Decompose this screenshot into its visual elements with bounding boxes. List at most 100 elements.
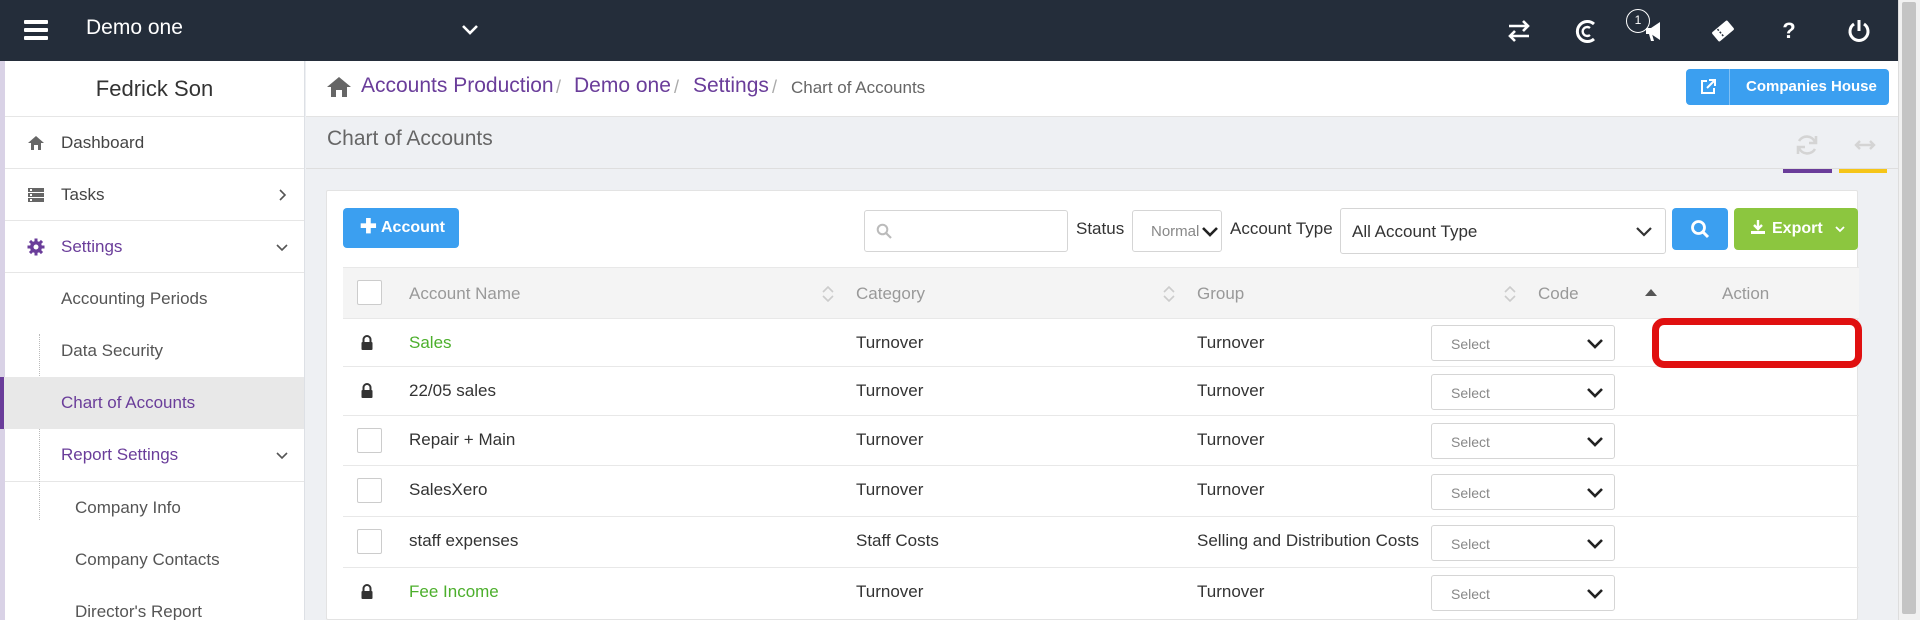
row-checkbox[interactable] (357, 529, 382, 554)
accounts-panel: ✚ Account Status Normal Account Type All… (326, 190, 1859, 620)
download-icon (1751, 220, 1765, 234)
category-cell: Turnover (856, 582, 924, 601)
chevron-down-icon (1587, 339, 1603, 349)
power-icon[interactable] (1844, 16, 1874, 46)
chevron-down-icon[interactable] (458, 18, 482, 42)
category-cell: Turnover (856, 333, 924, 352)
account-name-link[interactable]: Sales (409, 333, 452, 353)
breadcrumb-separator: / (772, 77, 778, 97)
row-action-select[interactable]: Select (1431, 575, 1615, 611)
sidebar-item-accounting-periods[interactable]: Accounting Periods (5, 273, 304, 325)
chevron-down-icon (1587, 538, 1603, 549)
row-action-select[interactable]: Select (1431, 473, 1615, 510)
breadcrumb-current: Chart of Accounts (791, 78, 926, 97)
tasks-icon (28, 188, 44, 202)
category-cell: Turnover (856, 381, 924, 400)
add-account-button[interactable]: ✚ Account (343, 208, 459, 248)
sidebar-item-label: Accounting Periods (61, 289, 208, 308)
breadcrumb-link-settings[interactable]: Settings (693, 74, 769, 98)
row-action-select[interactable]: Select (1431, 373, 1615, 410)
search-icon (1691, 220, 1710, 239)
lock-icon (361, 383, 373, 398)
sort-icon[interactable] (1162, 284, 1176, 304)
sidebar-item-tasks[interactable]: Tasks (5, 169, 304, 221)
group-cell: Turnover (1197, 430, 1265, 449)
top-bar: Demo one 1 ? (0, 0, 1898, 61)
sidebar-item-label: Dashboard (61, 132, 145, 152)
column-header-group[interactable]: Group (1197, 284, 1244, 304)
chevron-down-icon (276, 244, 288, 252)
divider (306, 168, 1898, 169)
select-all-checkbox[interactable] (357, 280, 382, 305)
account-name-cell: Repair + Main (409, 430, 516, 449)
status-select-value: Normal (1151, 223, 1200, 240)
search-button[interactable] (1672, 208, 1728, 250)
ticket-icon[interactable] (1708, 16, 1738, 46)
sidebar-item-report-settings[interactable]: Report Settings (5, 429, 304, 481)
breadcrumb-separator: / (674, 77, 680, 97)
row-action-select[interactable]: Select (1431, 325, 1615, 361)
sidebar-item-directors-report[interactable]: Director's Report (5, 586, 304, 620)
home-icon[interactable] (326, 75, 352, 99)
breadcrumb-link-accounts-production[interactable]: Accounts Production (361, 74, 554, 98)
sidebar-item-data-security[interactable]: Data Security (5, 325, 304, 377)
scrollbar-thumb[interactable] (1902, 2, 1916, 614)
table-row: SalesXeroTurnoverTurnover1000/4Select (343, 465, 1859, 516)
companies-house-button[interactable]: Companies House (1686, 69, 1889, 105)
column-header-code[interactable]: Code (1538, 284, 1579, 304)
status-select[interactable]: Normal (1132, 210, 1222, 252)
breadcrumb-separator: / (556, 77, 562, 97)
row-action-select[interactable]: Select (1431, 524, 1615, 561)
account-type-select-value: All Account Type (1352, 222, 1478, 241)
account-type-select[interactable]: All Account Type (1340, 208, 1666, 254)
category-cell: Staff Costs (856, 531, 939, 550)
row-checkbox[interactable] (357, 478, 382, 503)
table-row: Repair + MainTurnoverTurnover1000/2Selec… (343, 415, 1859, 465)
search-input[interactable] (901, 217, 1061, 245)
table-row: 22/05 salesTurnoverTurnover1000/1Select (343, 366, 1859, 415)
column-header-action: Action (1722, 284, 1770, 303)
account-name-link[interactable]: Fee Income (409, 582, 499, 602)
export-button[interactable]: Export (1734, 208, 1858, 250)
account-name-cell: 22/05 sales (409, 381, 496, 400)
row-action-select[interactable]: Select (1431, 423, 1615, 459)
sort-icon[interactable] (1503, 284, 1517, 304)
chevron-down-icon (1587, 589, 1603, 599)
sidebar: Fedrick Son Dashboard Tasks Settings Acc… (0, 61, 305, 620)
chevron-down-icon (1201, 224, 1219, 240)
row-action-select-value: Select (1451, 484, 1490, 501)
expand-horizontal-icon[interactable] (1852, 132, 1878, 158)
gear-icon (27, 238, 45, 256)
column-header-account-name[interactable]: Account Name (409, 284, 521, 304)
megaphone-icon[interactable] (1640, 16, 1670, 46)
column-header-category[interactable]: Category (856, 284, 925, 304)
row-action-select-value: Select (1451, 535, 1490, 552)
sidebar-item-chart-of-accounts[interactable]: Chart of Accounts (0, 377, 304, 429)
help-icon[interactable]: ? (1774, 16, 1804, 46)
breadcrumb: Accounts Production / Demo one / Setting… (306, 61, 1898, 117)
account-name-cell: staff expenses (409, 531, 519, 550)
lock-icon (361, 335, 373, 350)
row-checkbox[interactable] (357, 428, 382, 453)
refresh-icon[interactable] (1794, 132, 1820, 158)
copyright-icon[interactable] (1572, 16, 1602, 46)
plus-icon: ✚ (360, 216, 377, 238)
category-cell: Turnover (856, 480, 924, 499)
status-filter-label: Status (1076, 219, 1125, 238)
sidebar-item-settings[interactable]: Settings (5, 221, 304, 273)
hamburger-menu-icon[interactable] (24, 20, 48, 40)
sort-ascending-icon[interactable] (1644, 284, 1658, 304)
sidebar-item-company-info[interactable]: Company Info (5, 482, 304, 534)
group-cell: Turnover (1197, 582, 1265, 601)
group-cell: Turnover (1197, 381, 1265, 400)
chevron-down-icon (1587, 487, 1603, 498)
sidebar-item-label: Chart of Accounts (61, 393, 196, 412)
sort-icon[interactable] (821, 284, 835, 304)
switch-arrows-icon[interactable] (1504, 16, 1534, 46)
sidebar-user-name: Fedrick Son (5, 61, 304, 117)
breadcrumb-link-demo-one[interactable]: Demo one (574, 74, 671, 98)
sidebar-item-dashboard[interactable]: Dashboard (5, 117, 304, 169)
company-name[interactable]: Demo one (86, 16, 183, 40)
search-field[interactable] (864, 210, 1068, 252)
sidebar-item-company-contacts[interactable]: Company Contacts (5, 534, 304, 586)
